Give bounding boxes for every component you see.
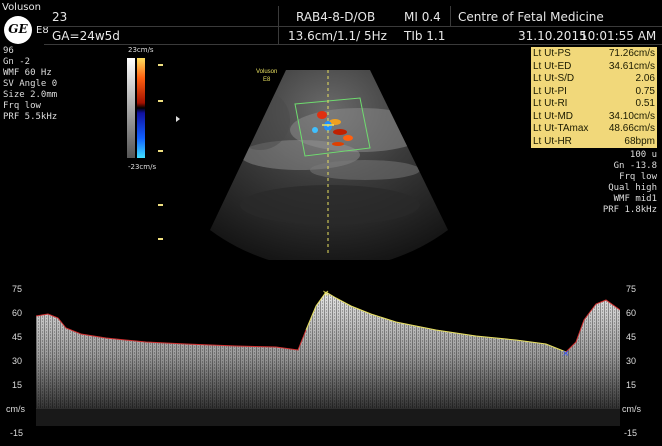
tib-index: TIb 1.1 [404,29,446,43]
grayscale-bar [127,58,135,158]
peak-systolic-marker-icon: × [322,289,330,299]
measurement-value: 2.06 [635,73,655,84]
axis-tick-right: 60 [626,308,637,318]
exam-date: 31.10.2015 [518,29,587,43]
axis-unit-left: cm/s [6,404,25,414]
spectral-speckle [36,292,620,408]
axis-tick-left: -15 [10,428,24,438]
measurement-panel: Lt Ut-PS 71.26cm/s Lt Ut-ED 34.61cm/s Lt U… [531,47,657,148]
param-line: Frq low [3,101,41,111]
axis-tick-left: 60 [12,308,23,318]
param-line: WMF mid1 [613,194,657,204]
patient-id: 23 [52,10,68,24]
mechanical-index: MI 0.4 [404,10,441,24]
measurement-row: Lt Ut-ED 34.61cm/s [533,61,655,72]
param-line: Frq low [619,172,657,182]
measurement-row: Lt Ut-S/D 2.06 [533,73,655,84]
measurement-label: Lt Ut-ED [533,60,572,72]
scale-marker [158,100,163,102]
header-divider-top [44,26,662,27]
measurement-row: Lt Ut-HR 68bpm [533,136,655,147]
doppler-spectrum: × × [36,289,620,426]
header-divider-bottom [44,44,662,45]
measurement-label: Lt Ut-MD [533,110,573,122]
color-bar [137,58,145,158]
param-line: Gn -13.8 [613,161,657,171]
measurement-row: Lt Ut-TAmax 48.66cm/s [533,123,655,134]
measurement-row: Lt Ut-PI 0.75 [533,86,655,97]
measurement-row: Lt Ut-PS 71.26cm/s [533,48,655,59]
measurement-label: Lt Ut-PI [533,85,567,97]
axis-unit-right: cm/s [622,404,641,414]
focus-arrow-icon [176,116,180,122]
institution-name: Centre of Fetal Medicine [458,10,604,24]
axis-tick-left: 15 [12,380,23,390]
measurement-value: 48.66cm/s [608,123,655,134]
probe-preset: RAB4-8-D/OB [296,10,376,24]
color-scale-bottom-label: -23cm/s [128,163,157,171]
exam-time: 10:01:55 AM [580,29,657,43]
scale-marker [158,238,163,240]
measurement-label: Lt Ut-RI [533,98,568,109]
param-line: Gn -2 [3,57,31,67]
measurement-row: Lt Ut-RI 0.51 [533,98,655,109]
axis-tick-right: 30 [626,356,637,366]
scale-marker [158,64,163,66]
overlay-model: E8 [263,77,271,83]
param-line: SV Angle 0 [3,79,58,89]
spectral-lower-band [36,408,620,426]
axis-tick-right: 75 [626,284,637,294]
scale-marker [158,150,163,152]
param-line: WMF 60 Hz [3,68,52,78]
param-line: PRF 1.8kHz [602,205,657,215]
echo-region [310,160,420,180]
axis-tick-right: 15 [626,380,637,390]
header-col-div-2 [450,6,451,26]
header-col-div-1 [278,6,279,44]
ge-logo: GE [4,16,32,44]
color-scale-top-label: 23cm/s [128,46,154,54]
scale-marker [158,204,163,206]
brand-name: Voluson [2,2,41,13]
bmode-image: Voluson E8 [210,69,448,260]
param-line: PRF 5.5kHz [3,112,58,122]
measurement-value: 0.51 [635,98,655,109]
axis-tick-left: 45 [12,332,23,342]
measurement-value: 34.10cm/s [608,110,655,122]
measurement-label: Lt Ut-PS [533,48,571,59]
axis-tick-right: -15 [624,428,638,438]
measurement-value: 68bpm [624,135,655,147]
measurement-value: 0.75 [635,85,655,97]
param-line: Size 2.0mm [3,90,58,100]
end-diastolic-marker-icon: × [562,349,570,359]
param-line: 100 u [629,150,657,160]
measurement-value: 71.26cm/s [608,48,655,59]
echo-region [240,185,420,225]
axis-tick-left: 30 [12,356,23,366]
ge-logo-text: GE [8,22,28,36]
param-line: 96 [3,46,14,56]
axis-tick-right: 45 [626,332,637,342]
echo-region [230,90,290,150]
overlay-brand: Voluson [256,69,277,75]
gestational-age: GA=24w5d [52,29,120,43]
measurement-row: Lt Ut-MD 34.10cm/s [533,111,655,122]
measurement-label: Lt Ut-TAmax [533,123,589,134]
measurement-label: Lt Ut-HR [533,135,572,147]
axis-tick-left: 75 [12,284,23,294]
measurement-value: 34.61cm/s [608,60,655,72]
depth-frequency: 13.6cm/1.1/ 5Hz [288,29,387,43]
measurement-label: Lt Ut-S/D [533,73,575,84]
param-line: Qual high [608,183,657,193]
